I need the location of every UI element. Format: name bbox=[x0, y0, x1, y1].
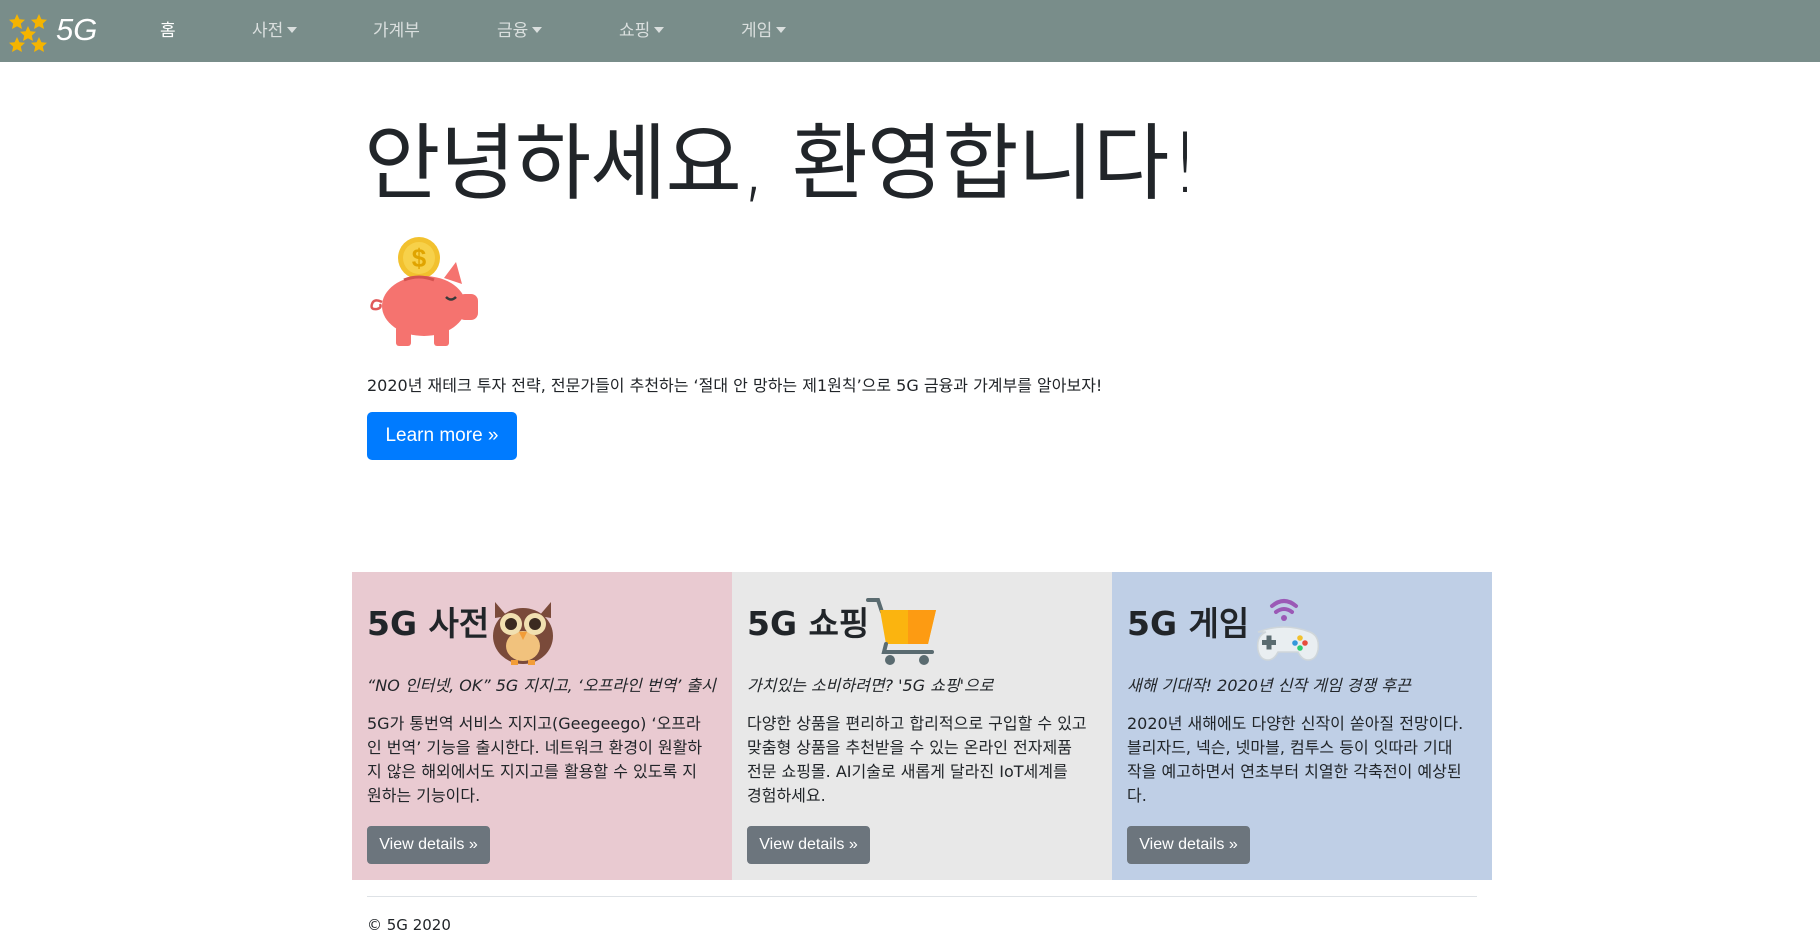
piggy-bank-icon: $ bbox=[370, 237, 478, 346]
shopping-cart-icon bbox=[866, 598, 936, 665]
nav-item-game[interactable]: 게임 bbox=[741, 19, 787, 43]
learn-more-button[interactable]: Learn more » bbox=[367, 412, 517, 460]
view-details-button[interactable]: View details » bbox=[367, 826, 490, 864]
brand-name: 5G bbox=[56, 12, 98, 47]
hero-description: 2020년 재테크 투자 전략, 전문가들이 추천하는 ‘절대 안 망하는 제1… bbox=[367, 376, 1103, 395]
caret-down-icon bbox=[654, 26, 665, 33]
nav-item-budget[interactable]: 가계부 bbox=[373, 19, 420, 43]
caret-down-icon bbox=[287, 26, 298, 33]
card-title: 5G 쇼핑 bbox=[747, 604, 870, 643]
page-title: 안녕하세요, 환영합니다! bbox=[364, 115, 1202, 212]
caret-down-icon bbox=[532, 26, 543, 33]
owl-icon bbox=[493, 602, 553, 665]
stars-logo-icon bbox=[9, 14, 47, 52]
card-subtitle: 가치있는 소비하려면? '5G 쇼핑'으로 bbox=[747, 676, 994, 695]
footer-divider bbox=[367, 896, 1477, 897]
footer-copyright: © 5G 2020 bbox=[367, 916, 451, 934]
card-text: 5G가 통번역 서비스 지지고(Geegeego) ‘오프라인 번역’ 기능을 … bbox=[367, 714, 703, 805]
nav-item-shopping[interactable]: 쇼핑 bbox=[619, 19, 665, 43]
view-details-button[interactable]: View details » bbox=[747, 826, 870, 864]
navbar: 5G 홈 사전 가계부 금융 쇼핑 게임 bbox=[0, 0, 1820, 62]
card-subtitle: 새해 기대작! 2020년 신작 게임 경쟁 후끈 bbox=[1127, 676, 1411, 695]
card-dictionary: 5G 사전 “NO 인터넷, OK” 5G 지지고, ‘오프라인 번역’ 출시 … bbox=[352, 572, 732, 880]
nav-item-home[interactable]: 홈 bbox=[160, 19, 176, 43]
card-text: 2020년 새해에도 다양한 신작이 쏟아질 전망이다. 블리자드, 넥슨, 넷… bbox=[1127, 714, 1464, 805]
view-details-button[interactable]: View details » bbox=[1127, 826, 1250, 864]
svg-text:$: $ bbox=[412, 243, 427, 273]
card-title: 5G 사전 bbox=[367, 604, 490, 643]
card-shopping: 5G 쇼핑 가치있는 소비하려면? '5G 쇼핑'으로 다양한 상품을 편리하고… bbox=[732, 572, 1112, 880]
card-game: 5G 게임 새해 기대작! 2020년 신작 게임 경쟁 후끈 2020년 새해… bbox=[1112, 572, 1492, 880]
nav-item-finance[interactable]: 금융 bbox=[497, 19, 543, 43]
card-title: 5G 게임 bbox=[1127, 604, 1250, 643]
card-text: 다양한 상품을 편리하고 합리적으로 구입할 수 있고 맞춤형 상품을 추천받을… bbox=[747, 714, 1087, 805]
caret-down-icon bbox=[776, 26, 787, 33]
nav-item-dictionary[interactable]: 사전 bbox=[252, 19, 298, 43]
game-controller-icon bbox=[1256, 599, 1320, 661]
card-subtitle: “NO 인터넷, OK” 5G 지지고, ‘오프라인 번역’ 출시 bbox=[367, 676, 716, 695]
